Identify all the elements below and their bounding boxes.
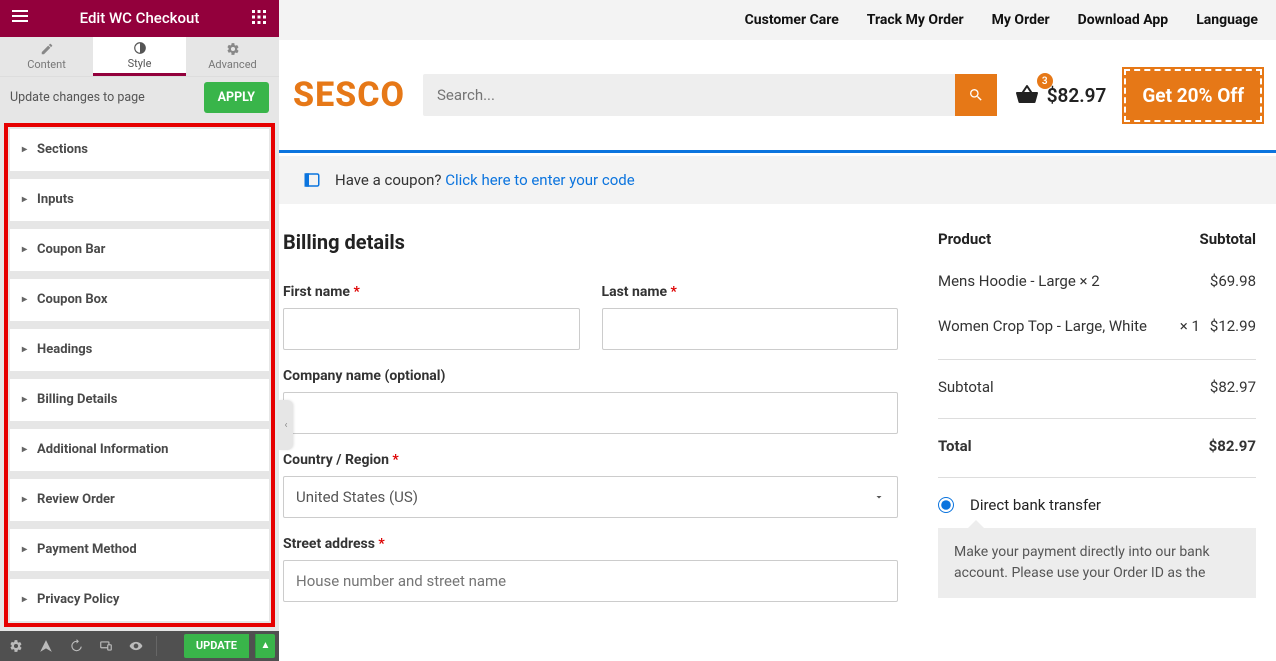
cart-count-badge: 3 [1037,73,1053,89]
first-name-label: First name * [283,284,580,300]
panel-additional-information[interactable]: ▸Additional Information [10,429,269,471]
coupon-icon [303,171,321,189]
search-input[interactable] [423,74,955,116]
tab-advanced[interactable]: Advanced [186,37,279,77]
panel-privacy-policy[interactable]: ▸Privacy Policy [10,579,269,621]
panel-review-order[interactable]: ▸Review Order [10,479,269,521]
divider [938,359,1256,360]
nav-my-order[interactable]: My Order [992,12,1050,28]
panel-billing-details[interactable]: ▸Billing Details [10,379,269,421]
caret-right-icon: ▸ [22,594,27,605]
pencil-icon [40,42,54,56]
order-line: Women Crop Top - Large, White× 1$12.99 [938,315,1256,338]
company-label: Company name (optional) [283,368,898,384]
caret-right-icon: ▸ [22,544,27,555]
update-button[interactable]: UPDATE [184,634,249,658]
tab-style[interactable]: Style [93,37,186,77]
order-head-product: Product [938,230,991,248]
company-input[interactable] [283,392,898,434]
nav-track-my-order[interactable]: Track My Order [867,12,964,28]
subtotal-value: $82.97 [1210,378,1256,396]
history-icon[interactable] [64,634,88,658]
nav-download-app[interactable]: Download App [1078,12,1169,28]
apply-button[interactable]: APPLY [204,82,269,113]
gear-icon [226,42,240,56]
contrast-icon [133,41,147,55]
cart-total: $82.97 [1047,84,1107,107]
last-name-label: Last name * [602,284,899,300]
search-icon [968,87,984,103]
search-button[interactable] [955,74,997,116]
total-value: $82.97 [1209,437,1256,455]
coupon-text: Have a coupon? [335,171,445,189]
panel-inputs[interactable]: ▸Inputs [10,179,269,221]
chevron-down-icon [873,491,885,503]
responsive-icon[interactable] [94,634,118,658]
panel-payment-method[interactable]: ▸Payment Method [10,529,269,571]
preview-icon[interactable] [124,634,148,658]
panel-title: Edit WC Checkout [32,9,247,27]
payment-radio-bank[interactable] [938,497,954,513]
apply-hint: Update changes to page [10,90,145,105]
divider [938,418,1256,419]
tab-content[interactable]: Content [0,37,93,77]
payment-description: Make your payment directly into our bank… [938,528,1256,598]
country-label: Country / Region * [283,452,898,468]
panel-coupon-bar[interactable]: ▸Coupon Bar [10,229,269,271]
caret-right-icon: ▸ [22,294,27,305]
caret-right-icon: ▸ [22,494,27,505]
caret-right-icon: ▸ [22,244,27,255]
country-select[interactable]: United States (US) [283,476,898,518]
panel-headings[interactable]: ▸Headings [10,329,269,371]
navigator-icon[interactable] [34,634,58,658]
total-label: Total [938,437,972,455]
order-line: Mens Hoodie - Large × 2$69.98 [938,270,1256,293]
first-name-input[interactable] [283,308,580,350]
nav-language[interactable]: Language [1196,12,1258,28]
site-logo[interactable]: SESCO [293,75,405,115]
hamburger-icon[interactable] [8,8,32,28]
coupon-bar: Have a coupon? Click here to enter your … [279,156,1276,204]
promo-button[interactable]: Get 20% Off [1124,69,1262,122]
accent-line [279,150,1276,153]
apps-icon[interactable] [247,9,271,28]
caret-right-icon: ▸ [22,194,27,205]
cart-widget[interactable]: 3 $82.97 [1015,83,1107,107]
basket-icon [1015,83,1039,107]
street-label: Street address * [283,536,898,552]
street-input[interactable] [283,560,898,602]
order-head-subtotal: Subtotal [1200,230,1257,248]
caret-right-icon: ▸ [22,344,27,355]
panel-sections[interactable]: ▸Sections [10,129,269,171]
divider [938,477,1256,478]
last-name-input[interactable] [602,308,899,350]
nav-customer-care[interactable]: Customer Care [745,12,839,28]
panel-coupon-box[interactable]: ▸Coupon Box [10,279,269,321]
caret-right-icon: ▸ [22,394,27,405]
subtotal-label: Subtotal [938,378,994,396]
update-menu-button[interactable]: ▲ [255,634,275,658]
payment-option-bank[interactable]: Direct bank transfer [938,496,1256,514]
billing-heading: Billing details [283,230,898,254]
collapse-handle[interactable]: ‹ [279,400,293,450]
caret-right-icon: ▸ [22,144,27,155]
settings-icon[interactable] [4,634,28,658]
caret-right-icon: ▸ [22,444,27,455]
coupon-link[interactable]: Click here to enter your code [445,171,634,189]
